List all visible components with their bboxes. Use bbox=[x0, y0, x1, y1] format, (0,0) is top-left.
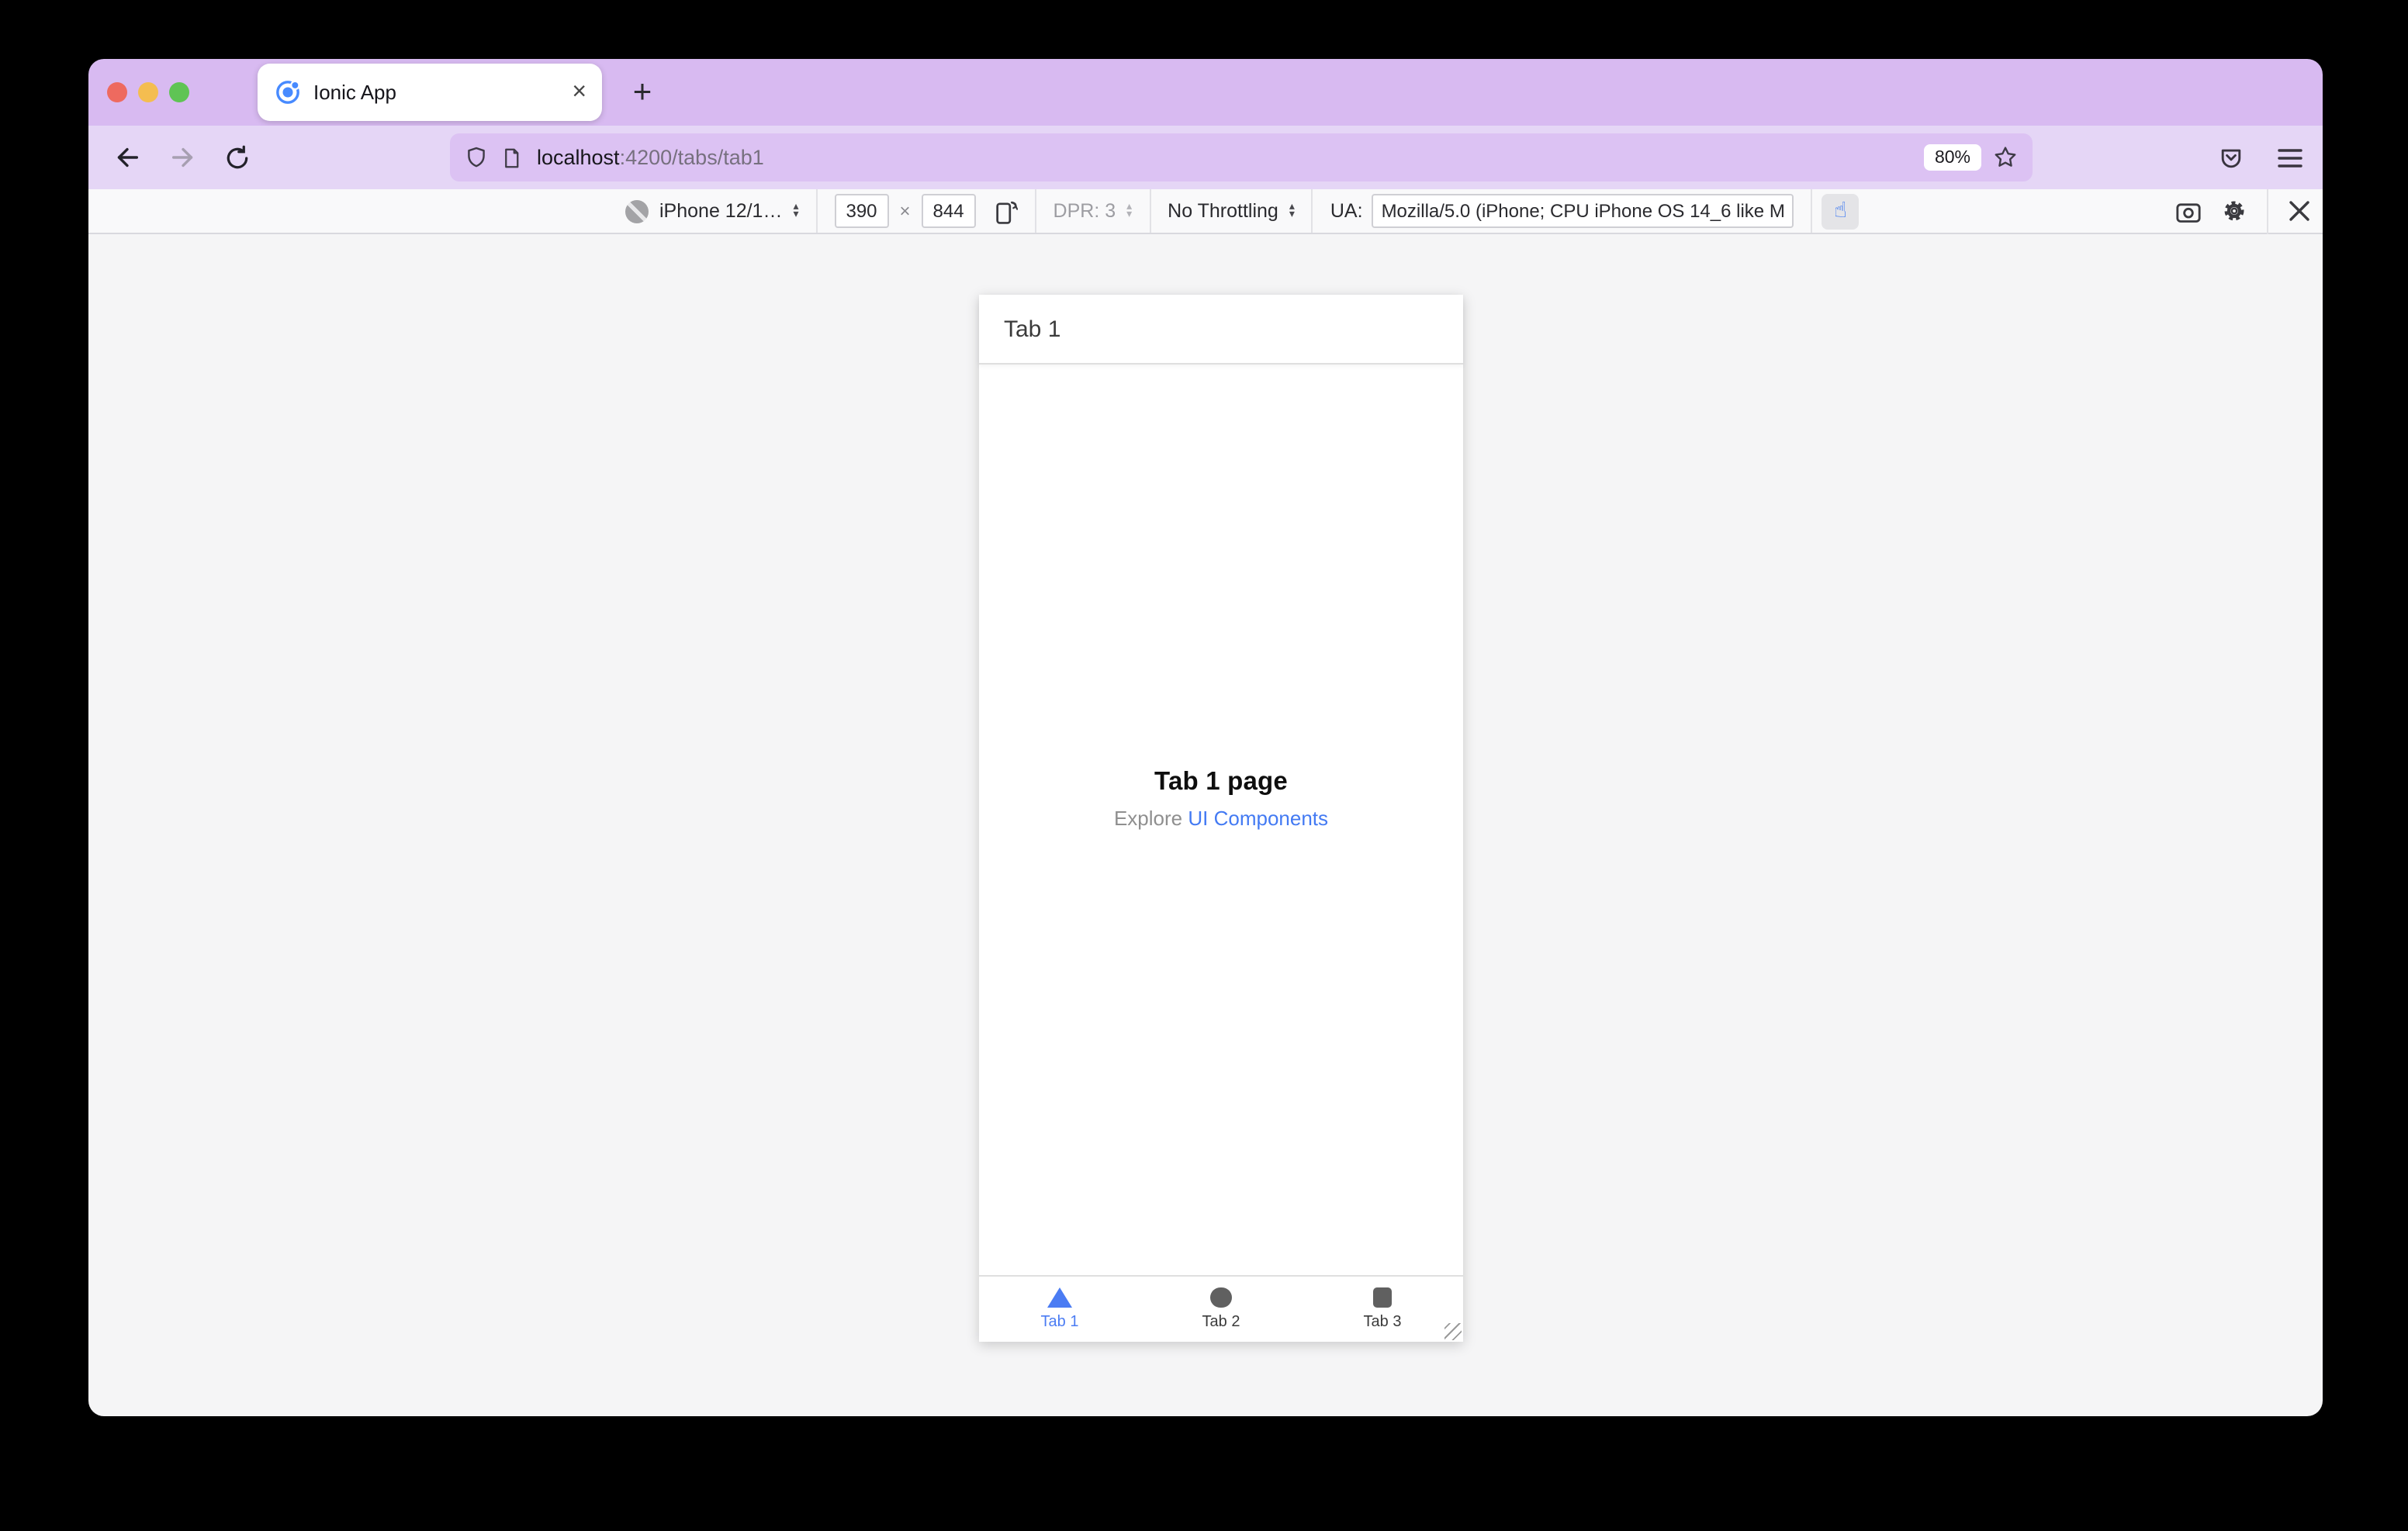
navigation-toolbar: localhost:4200/tabs/tab1 80% bbox=[88, 126, 2323, 189]
dpr-stepper-icon: ▴ ▾ bbox=[1126, 202, 1133, 220]
viewport-resize-handle[interactable] bbox=[1444, 1323, 1462, 1340]
subtitle-prefix: Explore bbox=[1113, 806, 1188, 829]
dpr-label: DPR: 3 bbox=[1053, 200, 1116, 222]
device-viewport: Tab 1 Tab 1 page Explore UI Components T… bbox=[979, 295, 1463, 1342]
touch-pointer-icon: ☝ bbox=[1834, 199, 1848, 223]
ui-components-link[interactable]: UI Components bbox=[1188, 806, 1328, 829]
traffic-lights bbox=[107, 82, 189, 102]
zoom-level-badge[interactable]: 80% bbox=[1923, 144, 1981, 171]
content-subtitle: Explore UI Components bbox=[1114, 806, 1328, 829]
url-text: localhost:4200/tabs/tab1 bbox=[537, 146, 1913, 169]
tab-button-tab3[interactable]: Tab 3 bbox=[1302, 1277, 1463, 1342]
zoom-window-button[interactable] bbox=[169, 82, 189, 102]
triangle-icon bbox=[1047, 1287, 1072, 1308]
device-selector[interactable]: iPhone 12/1… ▴ ▾ bbox=[608, 189, 816, 233]
back-button[interactable] bbox=[102, 126, 149, 189]
user-agent-input[interactable] bbox=[1372, 194, 1794, 228]
url-bar[interactable]: localhost:4200/tabs/tab1 80% bbox=[450, 133, 2033, 181]
shield-icon[interactable] bbox=[464, 144, 489, 171]
user-agent-group: UA: bbox=[1313, 189, 1811, 233]
viewport-size-group: × bbox=[818, 189, 1035, 233]
tab-title: Ionic App bbox=[313, 81, 396, 104]
title-bar: Ionic App × + bbox=[88, 59, 2323, 126]
forward-button[interactable] bbox=[160, 126, 206, 189]
ionic-tab-bar: Tab 1 Tab 2 Tab 3 bbox=[979, 1275, 1463, 1342]
throttling-selector[interactable]: No Throttling ▴ ▾ bbox=[1150, 189, 1312, 233]
url-path: :4200/tabs/tab1 bbox=[619, 146, 764, 169]
rdm-right-controls bbox=[2175, 188, 2310, 233]
device-selector-stepper-icon: ▴ ▾ bbox=[793, 202, 799, 220]
ellipse-icon bbox=[1210, 1287, 1232, 1308]
dimension-separator: × bbox=[899, 200, 911, 222]
touch-simulation-button[interactable]: ☝ bbox=[1822, 193, 1860, 229]
rdm-toolbar: iPhone 12/1… ▴▾ × DPR: 3 ▴▾ bbox=[88, 188, 2323, 234]
ionic-header: Tab 1 bbox=[979, 295, 1463, 365]
rdm-settings-gear-icon[interactable] bbox=[2222, 199, 2247, 223]
content-container: Tab 1 page Explore UI Components bbox=[1114, 767, 1328, 829]
viewport-width-input[interactable] bbox=[834, 194, 889, 228]
ionic-page-title: Tab 1 bbox=[1004, 316, 1061, 342]
screenshot-camera-icon[interactable] bbox=[2175, 199, 2202, 223]
browser-content-area: Tab 1 Tab 1 page Explore UI Components T… bbox=[88, 234, 2323, 1416]
viewport-height-input[interactable] bbox=[921, 194, 976, 228]
divider bbox=[1811, 189, 1813, 233]
screenshot-root: Ionic App × + localhost:4200/tabs/tab1 8… bbox=[0, 0, 2408, 1531]
dpr-selector[interactable]: DPR: 3 ▴ ▾ bbox=[1036, 189, 1150, 233]
close-window-button[interactable] bbox=[107, 82, 127, 102]
page-info-icon[interactable] bbox=[500, 145, 523, 170]
device-selector-label: iPhone 12/1… bbox=[659, 200, 783, 222]
reload-button[interactable] bbox=[214, 126, 261, 189]
bookmark-star-icon[interactable] bbox=[1992, 144, 2019, 171]
content-title: Tab 1 page bbox=[1154, 767, 1288, 795]
minimize-window-button[interactable] bbox=[138, 82, 158, 102]
menu-hamburger-icon[interactable] bbox=[2267, 126, 2313, 189]
url-host: localhost bbox=[537, 146, 620, 169]
divider bbox=[2267, 188, 2268, 233]
throttling-label: No Throttling bbox=[1168, 200, 1278, 222]
browser-tab-ionic-app[interactable]: Ionic App × bbox=[258, 64, 602, 121]
tab-close-icon[interactable]: × bbox=[572, 79, 586, 105]
pocket-icon[interactable] bbox=[2208, 126, 2254, 189]
ionic-favicon-icon bbox=[275, 79, 301, 105]
browser-window: Ionic App × + localhost:4200/tabs/tab1 8… bbox=[88, 59, 2323, 1416]
ua-label: UA: bbox=[1330, 200, 1363, 222]
rdm-close-icon[interactable] bbox=[2289, 200, 2310, 222]
tab-button-tab2[interactable]: Tab 2 bbox=[1140, 1277, 1302, 1342]
tab-button-tab1[interactable]: Tab 1 bbox=[979, 1277, 1140, 1342]
new-tab-button[interactable]: + bbox=[622, 59, 663, 126]
ionic-content: Tab 1 page Explore UI Components bbox=[979, 365, 1463, 1275]
rotate-viewport-icon[interactable] bbox=[991, 196, 1018, 226]
device-profile-icon bbox=[625, 199, 649, 223]
throttling-stepper-icon: ▴ ▾ bbox=[1289, 202, 1295, 220]
square-icon bbox=[1372, 1287, 1393, 1308]
